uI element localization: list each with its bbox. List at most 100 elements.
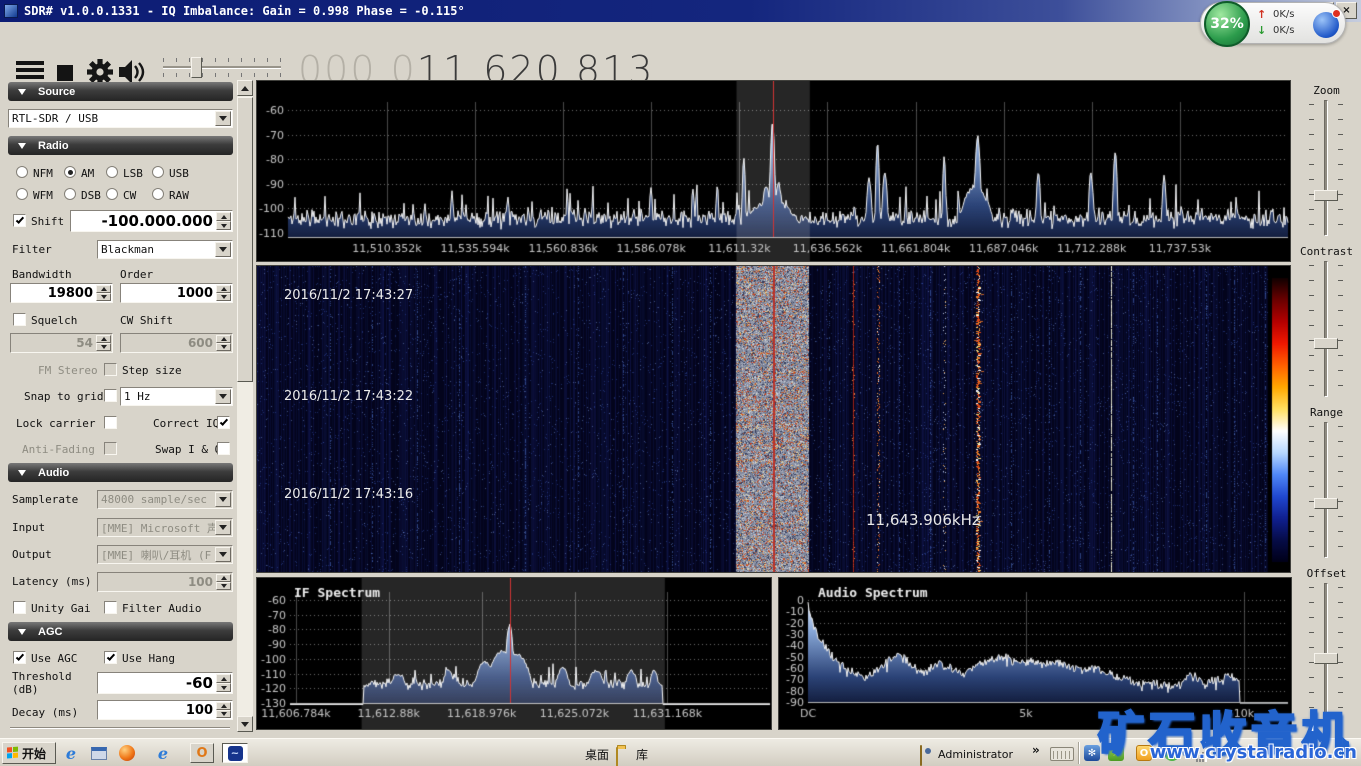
step-size-combo[interactable]: 1 Hz: [120, 387, 233, 406]
sdrsharp-taskbar-button[interactable]: [222, 743, 248, 763]
slider-label-range: Range: [1309, 406, 1344, 419]
radio-raw[interactable]: [152, 188, 164, 200]
collapse-icon: [18, 469, 26, 476]
collapse-icon: [18, 88, 26, 95]
output-label: Output: [12, 548, 52, 561]
firefox-icon[interactable]: [118, 744, 136, 762]
lock-carrier-checkbox[interactable]: [104, 416, 117, 429]
slider-thumb-contrast[interactable]: [1314, 338, 1338, 350]
combo-drop-button[interactable]: [215, 389, 231, 404]
agc-panel-header[interactable]: AGC: [8, 622, 233, 641]
threshold-spinner[interactable]: [216, 674, 231, 692]
shift-checkbox[interactable]: [13, 214, 26, 227]
volume-thumb[interactable]: [191, 57, 202, 78]
ie-icon[interactable]: [62, 744, 80, 762]
slider-track-contrast[interactable]: [1324, 261, 1328, 397]
radio-am[interactable]: [64, 166, 76, 178]
slider-track-zoom[interactable]: [1324, 100, 1328, 236]
combo-drop-button[interactable]: [215, 111, 231, 126]
threshold-field[interactable]: -60: [97, 672, 233, 694]
source-device-value: RTL-SDR / USB: [12, 112, 99, 125]
shift-spinner[interactable]: [216, 212, 231, 230]
step-size-value: 1 Hz: [124, 390, 151, 403]
left-panel-scrollbar[interactable]: [237, 80, 253, 732]
decay-field[interactable]: 100: [97, 700, 233, 720]
radio-nfm[interactable]: [16, 166, 28, 178]
menu-button[interactable]: [16, 61, 44, 82]
audio-panel-header[interactable]: Audio: [8, 463, 233, 482]
source-device-combo[interactable]: RTL-SDR / USB: [8, 109, 233, 128]
use-hang-checkbox[interactable]: [104, 651, 117, 664]
administrator-label[interactable]: Administrator: [938, 748, 1013, 761]
scroll-down-button[interactable]: [237, 716, 253, 732]
shift-field[interactable]: -100.000.000: [70, 210, 233, 232]
scroll-up-button[interactable]: [237, 80, 253, 96]
start-button[interactable]: 开始: [2, 742, 56, 764]
notification-dot: [1332, 9, 1341, 18]
decay-label: Decay (ms): [12, 706, 79, 719]
order-field[interactable]: 1000: [120, 283, 233, 303]
combo-drop-button: [215, 520, 231, 535]
squelch-checkbox[interactable]: [13, 313, 26, 326]
correct-iq-checkbox[interactable]: [217, 416, 230, 429]
main-spectrum-display[interactable]: [256, 80, 1291, 262]
slider-thumb-zoom[interactable]: [1314, 190, 1338, 202]
watermark-url: www.crystalradio.cn: [1149, 742, 1357, 763]
slider-thumb-range[interactable]: [1314, 498, 1338, 509]
explorer-window-icon[interactable]: [90, 744, 108, 762]
stop-button[interactable]: [57, 65, 73, 81]
snap-to-grid-checkbox[interactable]: [104, 389, 117, 402]
decay-spinner[interactable]: [216, 702, 231, 718]
opera-icon[interactable]: [190, 743, 214, 763]
input-label: Input: [12, 521, 46, 534]
bandwidth-field[interactable]: 19800: [10, 283, 113, 303]
keyboard-layout-icon[interactable]: [1050, 747, 1074, 761]
bandwidth-spinner[interactable]: [96, 285, 111, 301]
waterfall-frequency-marker: 11,643.906kHz: [866, 511, 980, 529]
radio-wfm[interactable]: [16, 188, 28, 200]
threshold-label: Threshold: [12, 670, 72, 683]
ie-icon[interactable]: [154, 744, 172, 762]
radio-panel-header[interactable]: Radio: [8, 136, 233, 155]
source-panel-header[interactable]: Source: [8, 82, 233, 101]
panel-divider: [10, 727, 230, 729]
waterfall-display[interactable]: [256, 265, 1291, 573]
desktop-toolbar-label[interactable]: 桌面: [585, 746, 609, 763]
slider-label-zoom: Zoom: [1313, 84, 1340, 97]
unity-gain-checkbox[interactable]: [13, 601, 26, 614]
radio-cw[interactable]: [106, 188, 118, 200]
order-spinner[interactable]: [216, 285, 231, 301]
cpu-network-gauge[interactable]: 32% ↑ 0K/s ↓ 0K/s: [1200, 1, 1346, 47]
step-size-label: Step size: [122, 364, 182, 377]
radio-lsb[interactable]: [106, 166, 118, 178]
output-combo: [MME] 喇叭/耳机 (F: [97, 545, 233, 564]
combo-drop-button: [215, 547, 231, 562]
if-spectrum-display[interactable]: [256, 577, 772, 730]
use-hang-label: Use Hang: [122, 652, 175, 665]
combo-drop-button[interactable]: [215, 242, 231, 257]
sdrsharp-window: SDR# v1.0.0.1331 - IQ Imbalance: Gain = …: [0, 0, 1361, 766]
fm-stereo-checkbox: [104, 363, 117, 376]
collapse-icon: [18, 628, 26, 635]
radio-usb[interactable]: [152, 166, 164, 178]
scrollbar-thumb[interactable]: [237, 97, 253, 382]
toolbar: 000.011.620.813: [0, 22, 1361, 92]
upload-rate: 0K/s: [1273, 9, 1295, 20]
filter-audio-checkbox[interactable]: [104, 601, 117, 614]
slider-thumb-offset[interactable]: [1314, 653, 1338, 664]
volume-slider[interactable]: [163, 57, 281, 78]
filter-combo[interactable]: Blackman: [97, 240, 233, 259]
slider-ticks: [1309, 265, 1314, 393]
library-toolbar-label[interactable]: 库: [636, 746, 648, 763]
slider-track-range[interactable]: [1324, 422, 1328, 558]
collapse-icon: [18, 142, 26, 149]
radio-dsb[interactable]: [64, 188, 76, 200]
slider-ticks: [1338, 426, 1343, 554]
samplerate-combo: 48000 sample/sec: [97, 490, 233, 509]
overflow-chevron[interactable]: »: [1032, 743, 1040, 757]
folder-icon: [616, 747, 618, 766]
combo-drop-button: [215, 492, 231, 507]
use-agc-checkbox[interactable]: [13, 651, 26, 664]
swap-iq-checkbox[interactable]: [217, 442, 230, 455]
radio-dsb-label: DSB: [81, 189, 101, 202]
